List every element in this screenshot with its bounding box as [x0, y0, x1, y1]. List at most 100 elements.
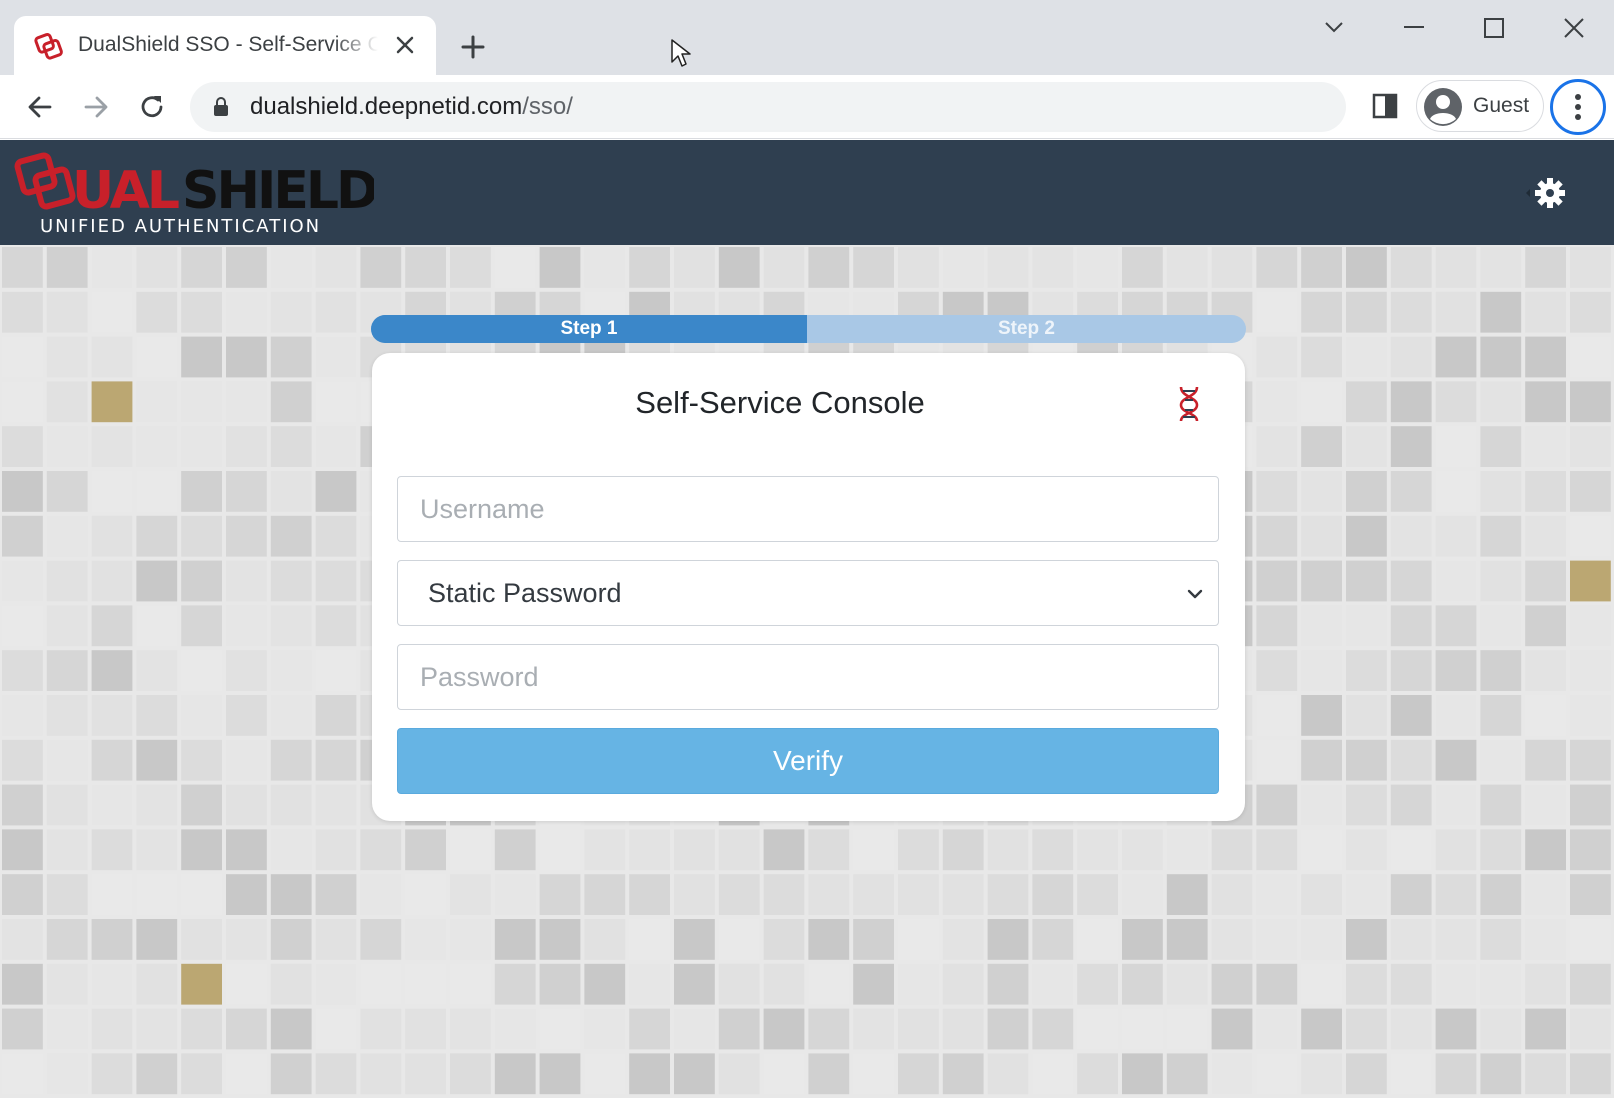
mosaic-tile — [1301, 874, 1342, 915]
mosaic-tile — [46, 784, 88, 826]
mosaic-tile — [1390, 605, 1432, 647]
mosaic-tile — [584, 1008, 626, 1050]
side-panel-icon[interactable] — [1370, 91, 1400, 121]
mosaic-tile — [718, 963, 760, 1005]
back-arrow-icon[interactable] — [22, 89, 58, 125]
minimize-icon[interactable] — [1384, 10, 1444, 46]
mosaic-tile — [1435, 919, 1477, 960]
mosaic-tile — [1435, 1008, 1477, 1050]
mosaic-tile — [1346, 919, 1387, 960]
mosaic-tile — [360, 247, 402, 288]
mosaic-tile — [2, 515, 43, 557]
address-bar[interactable]: dualshield.deepnetid.com/sso/ — [190, 82, 1346, 132]
mosaic-tile — [1256, 426, 1298, 467]
mosaic-tile — [270, 963, 312, 1005]
dna-icon[interactable] — [1174, 383, 1204, 423]
mosaic-tile — [91, 471, 133, 512]
mosaic-tile — [1525, 426, 1566, 467]
mosaic-tile — [1032, 247, 1074, 288]
mosaic-tile — [1346, 247, 1387, 288]
mosaic-tile — [270, 605, 312, 647]
mosaic-tile — [853, 919, 894, 960]
dualshield-logo[interactable]: UAL SHIELD UNIFIED AUTHENTICATION — [14, 152, 374, 236]
mosaic-tile — [46, 560, 88, 602]
mosaic-tile — [360, 1053, 402, 1095]
svg-text:SHIELD: SHIELD — [182, 161, 374, 221]
mosaic-tile — [1256, 560, 1298, 602]
mosaic-tile — [1256, 784, 1298, 826]
mosaic-tile — [1301, 471, 1342, 512]
mosaic-tile — [315, 381, 357, 423]
forward-arrow-icon[interactable] — [78, 89, 114, 125]
gear-icon[interactable] — [1518, 176, 1568, 210]
mosaic-tile — [136, 560, 178, 602]
lock-icon[interactable] — [212, 97, 230, 117]
mosaic-tile — [898, 874, 939, 915]
mosaic-tile — [181, 605, 222, 647]
mosaic-tile — [584, 247, 626, 288]
tab-close-icon[interactable] — [392, 32, 418, 58]
password-input[interactable] — [398, 645, 1218, 709]
mosaic-tile — [1480, 515, 1522, 557]
login-card: Self-Service Console Static Password Ver… — [372, 353, 1245, 821]
mosaic-tile — [46, 1053, 88, 1095]
mosaic-tile — [315, 247, 357, 288]
mosaic-tile — [91, 426, 133, 467]
verify-button[interactable]: Verify — [397, 728, 1219, 794]
maximize-icon[interactable] — [1464, 10, 1524, 46]
mosaic-tile — [987, 1008, 1029, 1050]
username-field[interactable] — [397, 476, 1219, 542]
mosaic-tile — [136, 1008, 178, 1050]
mosaic-tile — [2, 1008, 43, 1050]
mosaic-tile — [1077, 874, 1118, 915]
window-close-icon[interactable] — [1544, 10, 1604, 46]
mosaic-tile — [1570, 919, 1611, 960]
mosaic-tile — [136, 963, 178, 1005]
mosaic-tile — [1435, 1053, 1477, 1095]
mosaic-tile — [1570, 515, 1611, 557]
auth-method-select[interactable]: Static Password — [397, 560, 1219, 626]
mosaic-tile — [808, 247, 850, 288]
mosaic-tile — [136, 1053, 178, 1095]
new-tab-plus-icon[interactable] — [456, 30, 490, 64]
mosaic-tile — [1390, 784, 1432, 826]
mosaic-tile — [1211, 247, 1253, 288]
mosaic-tile — [1301, 963, 1342, 1005]
mosaic-tile — [1122, 829, 1163, 871]
mosaic-tile — [1301, 605, 1342, 647]
mosaic-tile — [1346, 1008, 1387, 1050]
mosaic-tile — [942, 874, 984, 915]
mosaic-tile — [718, 247, 760, 288]
browser-menu-button[interactable] — [1550, 79, 1606, 135]
browser-tab-active[interactable]: DualShield SSO - Self-Service Console — [14, 16, 436, 75]
mosaic-tile — [270, 560, 312, 602]
tab-search-chevron-icon[interactable] — [1304, 10, 1364, 46]
mosaic-tile — [629, 1053, 670, 1095]
mosaic-tile — [763, 829, 805, 871]
mosaic-tile — [46, 381, 88, 423]
profile-button[interactable]: Guest — [1416, 80, 1544, 132]
mosaic-tile — [584, 919, 626, 960]
mosaic-tile — [315, 919, 357, 960]
mosaic-tile — [1301, 247, 1342, 288]
mosaic-tile — [2, 426, 43, 467]
password-field[interactable] — [397, 644, 1219, 710]
mosaic-tile — [1525, 784, 1566, 826]
mosaic-tile — [226, 247, 267, 288]
mosaic-tile — [270, 1053, 312, 1095]
mosaic-tile — [181, 695, 222, 736]
mosaic-tile — [539, 829, 581, 871]
mosaic-tile — [2, 695, 43, 736]
mosaic-tile — [46, 515, 88, 557]
mosaic-tile — [315, 1053, 357, 1095]
mosaic-tile — [1435, 605, 1477, 647]
mosaic-tile — [1390, 1053, 1432, 1095]
mosaic-tile — [539, 963, 581, 1005]
mosaic-tile — [136, 336, 178, 378]
url-path: /sso/ — [522, 93, 573, 120]
reload-icon[interactable] — [134, 89, 170, 125]
mosaic-tile — [1346, 695, 1387, 736]
mosaic-tile — [46, 874, 88, 915]
mosaic-tile — [898, 247, 939, 288]
username-input[interactable] — [398, 477, 1218, 541]
